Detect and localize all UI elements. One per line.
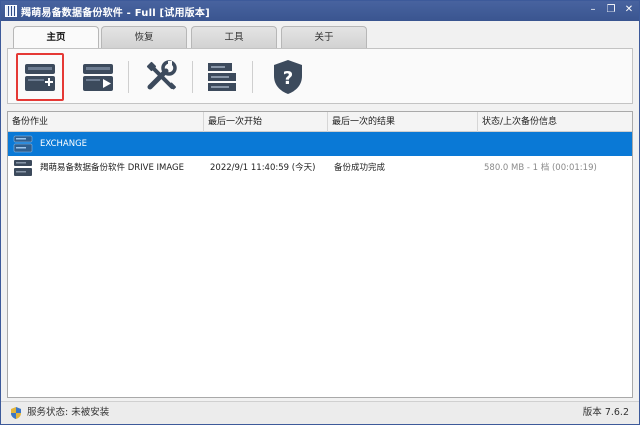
- service-status-text: 服务状态: 未被安装: [27, 407, 110, 418]
- list-header: 备份作业 最后一次开始 最后一次的结果 状态/上次备份信息: [8, 112, 632, 132]
- job-status: 580.0 MB - 1 档 (00:01:19): [484, 163, 597, 173]
- table-row[interactable]: 羯萌易备数据备份软件 DRIVE IMAGE 2022/9/1 11:40:59…: [8, 156, 632, 180]
- tab-tools[interactable]: 工具: [191, 26, 277, 48]
- logs-button[interactable]: [198, 53, 246, 101]
- window-controls: – ❐ ✕: [587, 4, 635, 16]
- toolbar-separator: [192, 61, 193, 93]
- service-shield-icon[interactable]: [9, 406, 23, 420]
- restore-button[interactable]: ❐: [605, 4, 617, 16]
- backup-jobs-list[interactable]: 备份作业 最后一次开始 最后一次的结果 状态/上次备份信息 EXCHANGE 羯…: [7, 111, 633, 398]
- toolbar-separator: [252, 61, 253, 93]
- minimize-button[interactable]: –: [587, 4, 599, 16]
- help-shield-icon: ?: [274, 60, 302, 94]
- new-backup-button[interactable]: [16, 53, 64, 101]
- title-bar[interactable]: 羯萌易备数据备份软件 - Full [试用版本] – ❐ ✕: [1, 1, 639, 21]
- toolbar: ?: [7, 48, 633, 104]
- column-header-last-start[interactable]: 最后一次开始: [204, 112, 328, 132]
- backup-job-icon: [14, 160, 32, 176]
- column-header-last-result[interactable]: 最后一次的结果: [328, 112, 478, 132]
- table-row[interactable]: EXCHANGE: [8, 132, 632, 156]
- run-backup-button[interactable]: [74, 53, 122, 101]
- help-button[interactable]: ?: [264, 53, 312, 101]
- run-backup-icon: [83, 64, 113, 91]
- column-header-job[interactable]: 备份作业: [8, 112, 204, 132]
- logs-icon: [208, 63, 236, 91]
- job-last-result: 备份成功完成: [334, 163, 386, 173]
- job-last-start: [210, 132, 328, 156]
- job-name: 羯萌易备数据备份软件 DRIVE IMAGE: [40, 163, 185, 173]
- app-window: 羯萌易备数据备份软件 - Full [试用版本] – ❐ ✕ 主页 恢复 工具 …: [0, 0, 640, 425]
- toolbar-separator: [128, 61, 129, 93]
- tab-strip: 主页 恢复 工具 关于: [1, 21, 639, 49]
- column-header-status[interactable]: 状态/上次备份信息: [478, 112, 632, 132]
- job-last-result: [334, 132, 474, 156]
- window-title: 羯萌易备数据备份软件 - Full [试用版本]: [21, 7, 210, 19]
- tools-icon: [146, 60, 177, 90]
- svg-text:?: ?: [283, 68, 293, 89]
- tab-restore[interactable]: 恢复: [101, 26, 187, 48]
- version-text: 版本 7.6.2: [582, 407, 629, 418]
- new-backup-icon: [25, 64, 55, 91]
- tab-about[interactable]: 关于: [281, 26, 367, 48]
- job-name: EXCHANGE: [40, 139, 88, 149]
- job-status: [484, 132, 630, 156]
- backup-job-icon: [13, 135, 33, 153]
- app-logo-icon: [5, 5, 17, 17]
- close-button[interactable]: ✕: [623, 4, 635, 16]
- tab-home[interactable]: 主页: [13, 26, 99, 49]
- status-bar: 服务状态: 未被安装 版本 7.6.2: [1, 401, 639, 424]
- tools-button[interactable]: [138, 53, 186, 101]
- job-last-start: 2022/9/1 11:40:59 (今天): [210, 163, 316, 173]
